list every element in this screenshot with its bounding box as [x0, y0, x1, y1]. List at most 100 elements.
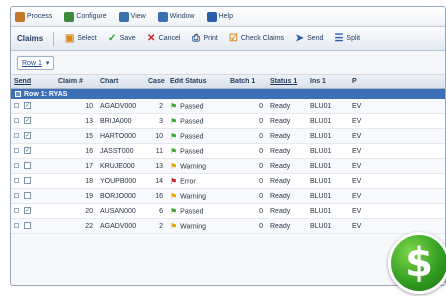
insurance-cell: BLU01: [310, 117, 332, 125]
expand-icon[interactable]: [14, 133, 19, 139]
send-checkbox[interactable]: ✓: [24, 147, 31, 155]
expand-icon[interactable]: [14, 193, 19, 199]
claim-number-cell: 16: [85, 147, 93, 155]
column-header-case[interactable]: Case: [145, 78, 167, 85]
collapse-icon[interactable]: [15, 91, 21, 97]
edit-status-cell: ⚑ Warning: [167, 162, 227, 171]
table-row[interactable]: 22 AGADV000 2 ⚑ Warning 0 Ready BLU01 EV: [11, 219, 445, 234]
menu-item-help[interactable]: Help: [206, 11, 234, 22]
column-header-status-1[interactable]: Status 1: [267, 78, 307, 85]
table-row[interactable]: ✓ 13 BRIJA000 3 ⚑ Passed 0 Ready BLU01 EV: [11, 114, 445, 129]
column-header-send[interactable]: Send: [11, 78, 55, 85]
chart-cell: BORJO000: [100, 192, 136, 200]
send-checkbox[interactable]: ✓: [24, 102, 31, 110]
send-button[interactable]: ➤ Send: [294, 33, 323, 44]
column-header-ins-1[interactable]: Ins 1: [307, 78, 349, 85]
chart-cell: AGADV000: [100, 222, 137, 230]
send-checkbox[interactable]: [24, 162, 31, 170]
table-row[interactable]: 17 KRUJE000 13 ⚑ Warning 0 Ready BLU01 EV: [11, 159, 445, 174]
table-row[interactable]: 18 YOUPB000 14 ⚑ Error 0 Ready BLU01 EV: [11, 174, 445, 189]
case-cell: 14: [155, 177, 163, 185]
claims-toolbar: Claims ▣ Select ✓ Save ✕ Cancel ⎙ Print ☑ Check C…: [11, 27, 445, 51]
row-select-value: Row 1: [22, 59, 42, 67]
column-header-batch-1[interactable]: Batch 1: [227, 78, 267, 85]
table-row[interactable]: ✓ 15 HARTO000 10 ⚑ Passed 0 Ready BLU01 EV: [11, 129, 445, 144]
expand-icon[interactable]: [14, 103, 19, 109]
expand-icon[interactable]: [14, 148, 19, 154]
claim-number-cell: 22: [85, 222, 93, 230]
column-header-p[interactable]: P: [349, 78, 389, 85]
save-icon: ✓: [108, 33, 117, 44]
flag-icon: ⚑: [170, 146, 178, 156]
batch-cell: 0: [259, 132, 263, 140]
edit-status-cell: ⚑ Passed: [167, 102, 227, 111]
print-button[interactable]: ⎙ Print: [190, 33, 218, 44]
menu-item-window[interactable]: Window: [157, 11, 195, 22]
toolbar-title: Claims: [17, 34, 44, 43]
status-cell: Ready: [270, 177, 291, 185]
flag-icon: ⚑: [170, 101, 178, 111]
save-button[interactable]: ✓ Save: [107, 33, 136, 44]
expand-icon[interactable]: [14, 223, 19, 229]
send-checkbox[interactable]: [24, 192, 31, 200]
row-select-dropdown[interactable]: Row 1 ▾: [17, 56, 55, 70]
column-header-claim-number[interactable]: Claim #: [55, 78, 97, 85]
expand-icon[interactable]: [14, 208, 19, 214]
menu-item-view[interactable]: View: [118, 11, 146, 22]
insurance-cell: BLU01: [310, 162, 332, 170]
send-checkbox[interactable]: ✓: [24, 117, 31, 125]
table-row[interactable]: ✓ 10 AGADV000 2 ⚑ Passed 0 Ready BLU01 EV: [11, 99, 445, 114]
group-row[interactable]: Row 1: RYAS: [11, 89, 445, 99]
menu-bar: Process Configure View Window Help: [11, 7, 445, 27]
chart-cell: AGADV000: [100, 102, 137, 110]
edit-status-cell: ⚑ Passed: [167, 117, 227, 126]
status-cell: Ready: [270, 222, 291, 230]
button-label: Save: [119, 35, 136, 42]
claim-number-cell: 13: [85, 117, 93, 125]
column-header-chart[interactable]: Chart: [97, 78, 145, 85]
send-cell: [11, 192, 55, 200]
column-header-edit-status[interactable]: Edit Status: [167, 78, 227, 85]
flag-icon: ⚑: [170, 176, 178, 186]
table-row[interactable]: ✓ 16 JASST000 11 ⚑ Passed 0 Ready BLU01 EV: [11, 144, 445, 159]
edit-status-cell: ⚑ Error: [167, 177, 227, 186]
dollar-sign-icon: $: [388, 232, 446, 294]
select-button[interactable]: ▣ Select: [64, 33, 97, 44]
menu-item-label: Help: [218, 13, 234, 20]
status-cell: Ready: [270, 102, 291, 110]
status-cell: Ready: [270, 132, 291, 140]
split-button[interactable]: ☰ Split: [333, 33, 360, 44]
extra-cell: EV: [352, 102, 362, 110]
insurance-cell: BLU01: [310, 192, 332, 200]
case-cell: 3: [159, 117, 163, 125]
flag-icon: ⚑: [170, 191, 178, 201]
send-cell: ✓: [11, 117, 55, 125]
send-checkbox[interactable]: [24, 177, 31, 185]
extra-cell: EV: [352, 192, 362, 200]
button-label: Split: [346, 35, 361, 42]
expand-icon[interactable]: [14, 178, 19, 184]
table-row[interactable]: ✓ 20 AUSAN000 6 ⚑ Passed 0 Ready BLU01 EV: [11, 204, 445, 219]
check-claims-button[interactable]: ☑ Check Claims: [228, 33, 284, 44]
edit-status-text: Warning: [180, 162, 206, 170]
send-checkbox[interactable]: [24, 222, 31, 230]
cancel-button[interactable]: ✕ Cancel: [146, 33, 181, 44]
extra-cell: EV: [352, 222, 362, 230]
send-checkbox[interactable]: ✓: [24, 132, 31, 140]
flag-icon: ⚑: [170, 161, 178, 171]
menu-item-process[interactable]: Process: [15, 11, 52, 22]
menu-item-configure[interactable]: Configure: [64, 11, 107, 22]
select-icon: ▣: [65, 33, 75, 44]
table-row[interactable]: 19 BORJO000 16 ⚑ Warning 0 Ready BLU01 EV: [11, 189, 445, 204]
batch-cell: 0: [259, 102, 263, 110]
edit-status-text: Passed: [180, 147, 204, 155]
send-cell: ✓: [11, 147, 55, 155]
expand-icon[interactable]: [14, 163, 19, 169]
process-icon: [15, 11, 25, 22]
case-cell: 2: [159, 102, 163, 110]
chart-cell: HARTO000: [100, 132, 136, 140]
split-icon: ☰: [334, 33, 344, 44]
expand-icon[interactable]: [14, 118, 19, 124]
send-checkbox[interactable]: ✓: [24, 207, 31, 215]
application-window: Process Configure View Window Help Claims ▣ S…: [10, 6, 446, 286]
